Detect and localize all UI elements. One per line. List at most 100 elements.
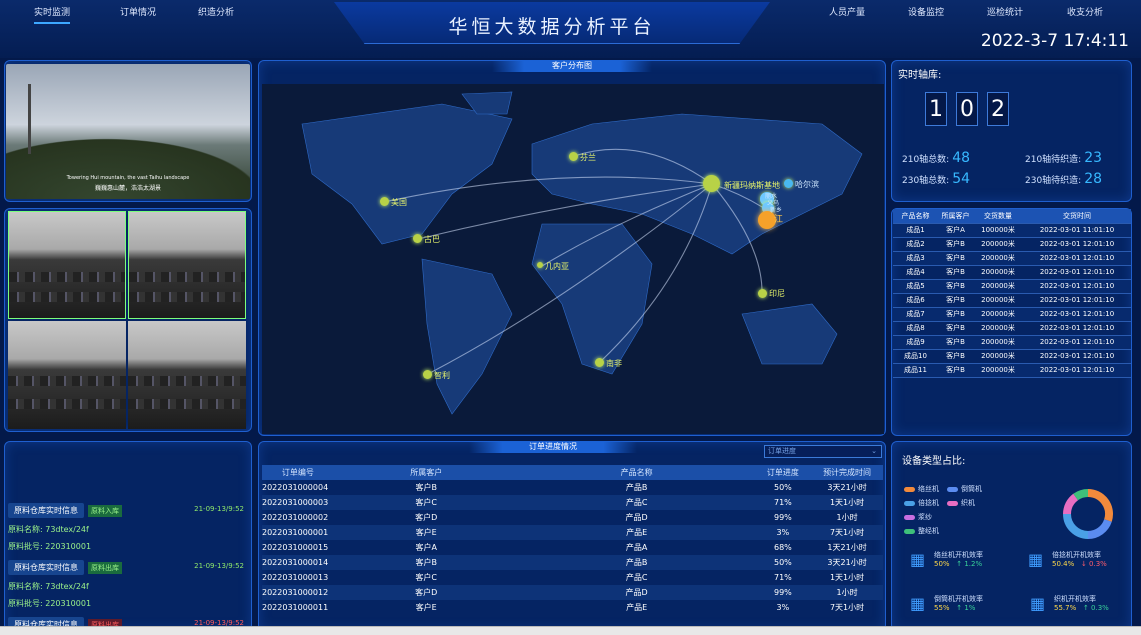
table-cell: 1天1小时 [829, 573, 865, 582]
table-cell: 产品B [625, 483, 648, 492]
table-cell: 3天21小时 [811, 555, 883, 570]
legend-item[interactable]: 倒筒机 [947, 484, 982, 494]
table-cell: 客户B [938, 293, 973, 308]
legend-item[interactable]: 织机 [947, 498, 975, 508]
table-row[interactable]: 2022031000014 客户B 产品B 50% 3天21小时 [262, 555, 883, 570]
metric-icon: ▦ [1028, 550, 1044, 569]
table-cell: 客户A [415, 543, 437, 552]
metric-icon: ▦ [1030, 594, 1046, 613]
table-row[interactable]: 2022031000011 客户E 产品E 3% 7天1小时 [262, 600, 883, 615]
table-row[interactable]: 2022031000015 客户A 产品A 68% 1天21小时 [262, 540, 883, 555]
order-progress-select[interactable]: 订单进度 ⌄ [764, 445, 882, 458]
table-cell: 2022031000002 [262, 513, 329, 522]
city-dot-usa[interactable] [380, 197, 389, 206]
legend-item[interactable]: 倍捻机 [904, 498, 939, 508]
table-row[interactable]: 成品3 客户B 200000米 2022-03-01 12:01:10 [893, 251, 1131, 266]
camera-3[interactable] [8, 321, 126, 429]
table-cell: 200000米 [973, 321, 1023, 336]
city-dot-finland[interactable] [569, 152, 578, 161]
legend-swatch [904, 528, 915, 534]
raw-info-1: 原料仓库实时信息 原料入库 21-09-13/9:52 原料名称: 73dtex/… [8, 503, 248, 552]
table-row[interactable]: 成品10 客户B 200000米 2022-03-01 12:01:10 [893, 349, 1131, 364]
table-cell: 客户B [938, 349, 973, 364]
table-row[interactable]: 成品2 客户B 200000米 2022-03-01 12:01:10 [893, 237, 1131, 252]
city-dot-chile[interactable] [423, 370, 432, 379]
city-dot-guinea[interactable] [537, 262, 543, 268]
city-label-indonesia: 印尼 [769, 289, 785, 298]
metric-delta: ↑ 0.3% [1082, 604, 1109, 612]
table-row[interactable]: 2022031000003 客户C 产品C 71% 1天1小时 [262, 495, 883, 510]
nav-inspection[interactable]: 巡检统计 [987, 5, 1023, 18]
camera-2[interactable] [128, 211, 246, 319]
col-eta: 预计完成时间 [811, 465, 883, 480]
col-delivery-time: 交货时间 [1023, 209, 1131, 224]
table-cell: 成品9 [893, 335, 938, 350]
map-title: 客户分布图 [492, 60, 652, 72]
table-cell: 客户C [333, 495, 519, 510]
table-row[interactable]: 成品5 客户B 200000米 2022-03-01 12:01:10 [893, 279, 1131, 294]
nav-device-monitor[interactable]: 设备监控 [908, 5, 944, 18]
continent-africa [531, 223, 653, 375]
legend-item[interactable]: 整经机 [904, 526, 939, 536]
col-order-id: 订单编号 [262, 465, 334, 480]
table-cell: 3天21小时 [827, 483, 867, 492]
city-dot-xinjiang[interactable] [703, 175, 720, 192]
nav-realtime[interactable]: 实时监测 [34, 5, 71, 24]
city-dot-south-africa[interactable] [595, 358, 604, 367]
continent-south-america [421, 258, 513, 415]
table-cell: 客户B [938, 321, 973, 336]
table-cell: 2022-03-01 12:01:10 [1023, 335, 1131, 350]
table-row[interactable]: 2022031000013 客户C 产品C 71% 1天1小时 [262, 570, 883, 585]
table-row[interactable]: 成品6 客户B 200000米 2022-03-01 12:01:10 [893, 293, 1131, 308]
city-dot-indonesia[interactable] [758, 289, 767, 298]
camera-1[interactable] [8, 211, 126, 319]
table-row[interactable]: 成品7 客户B 200000米 2022-03-01 12:01:10 [893, 307, 1131, 322]
metric-name: 倒筒机开机效率 [934, 595, 983, 603]
video-feed[interactable]: Towering Hui mountain, the vast Taihu la… [6, 64, 250, 199]
stat-210-total: 210轴总数: 48 [902, 150, 970, 166]
nav-finance[interactable]: 收支分析 [1067, 5, 1103, 18]
table-cell: 71% [774, 573, 792, 582]
col-product-name: 产品名称 [893, 209, 938, 224]
realtime-title: 实时轴库: [898, 70, 942, 81]
city-label-harbin: 哈尔滨 [795, 180, 819, 189]
city-dot-cuba[interactable] [413, 234, 422, 243]
table-cell: 客户D [415, 513, 438, 522]
table-row[interactable]: 成品4 客户B 200000米 2022-03-01 12:01:10 [893, 265, 1131, 280]
table-row[interactable]: 2022031000001 客户E 产品E 3% 7天1小时 [262, 525, 883, 540]
table-row[interactable]: 成品1 客户A 100000米 2022-03-01 11:01:10 [893, 223, 1131, 238]
table-cell: 50% [754, 555, 812, 570]
nav-staff-output[interactable]: 人员产量 [829, 5, 865, 18]
table-row[interactable]: 2022031000004 客户B 产品B 50% 3天21小时 [262, 480, 883, 495]
stat-label: 230轴总数: [902, 176, 950, 186]
metric-card: ▦ 倒筒机开机效率 55% ↑ 1% [910, 594, 983, 613]
table-row[interactable]: 2022031000012 客户D 产品D 99% 1小时 [262, 585, 883, 600]
legend-item[interactable]: 络丝机 [904, 484, 939, 494]
metric-delta: ↑ 1% [956, 604, 976, 612]
table-row[interactable]: 成品8 客户B 200000米 2022-03-01 12:01:10 [893, 321, 1131, 336]
table-cell: 200000米 [973, 279, 1023, 294]
table-cell: 99% [754, 585, 812, 600]
table-row[interactable]: 成品11 客户B 200000米 2022-03-01 12:01:10 [893, 363, 1131, 378]
raw-info-2: 原料仓库实时信息 原料出库 21-09-13/9:52 原料名称: 73dtex/… [8, 560, 248, 609]
video-caption-en: Towering Hui mountain, the vast Taihu la… [66, 175, 190, 181]
nav-orders[interactable]: 订单情况 [120, 5, 156, 18]
table-cell: 客户B [938, 335, 973, 350]
camera-4[interactable] [128, 321, 246, 429]
metric-card: ▦ 络丝机开机效率 50% ↑ 1.2% [910, 550, 983, 569]
city-label-xinjiang: 新疆玛纳斯基地 [724, 181, 780, 190]
table-row[interactable]: 成品9 客户B 200000米 2022-03-01 12:01:10 [893, 335, 1131, 350]
table-cell: 产品B [518, 555, 755, 570]
world-map[interactable]: 新疆玛纳斯基地 哈尔滨 江 印尼 芬兰 美国 古巴 几内亚 南非 智利 丽水 义… [262, 84, 884, 434]
select-value: 订单进度 [768, 447, 796, 455]
table-cell: 产品E [518, 525, 755, 540]
nav-weaving[interactable]: 织造分析 [198, 5, 234, 18]
table-cell: 产品D [625, 513, 648, 522]
legend-item[interactable]: 浆纱 [904, 512, 932, 522]
city-dot-harbin[interactable] [784, 179, 793, 188]
table-cell: 1天21小时 [827, 543, 867, 552]
legend-swatch [904, 514, 915, 520]
table-row[interactable]: 2022031000002 客户D 产品D 99% 1小时 [262, 510, 883, 525]
metric-icon: ▦ [910, 594, 926, 613]
horizontal-scrollbar[interactable] [0, 626, 1141, 635]
